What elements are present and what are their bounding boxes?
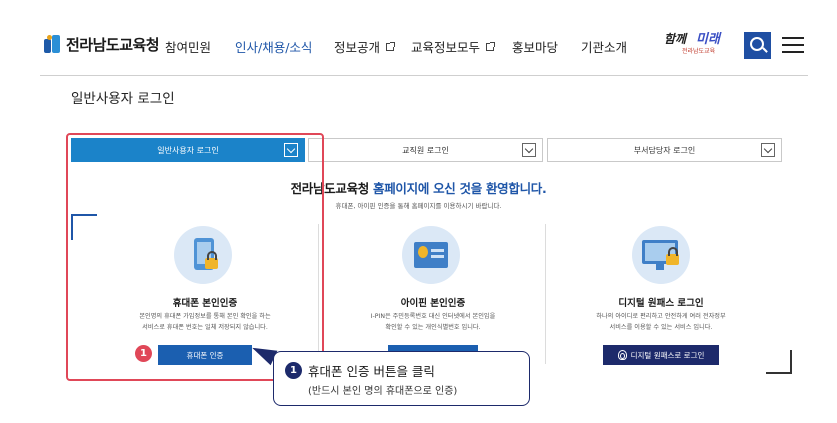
card-title: 디지털 원패스 로그인	[618, 298, 704, 309]
tab-staff[interactable]: 교직원 로그인	[308, 138, 543, 162]
tab-department-manager[interactable]: 부서담당자 로그인	[547, 138, 782, 162]
external-link-icon	[486, 41, 496, 51]
chevron-down-icon	[522, 143, 536, 157]
onepass-illustration	[632, 226, 690, 284]
ipin-auth-illustration	[402, 226, 460, 284]
card-description: I-PIN은 주민등록번호 대신 인터넷에서 본인임을 확인할 수 있는 개인식…	[370, 313, 496, 331]
card-digital-onepass: 디지털 원패스 로그인 하나의 아이디로 편리하고 안전하게 여러 전자정부 서…	[548, 220, 774, 370]
header-divider	[40, 75, 808, 76]
external-link-icon	[386, 41, 396, 51]
slogan-logo: 함께 미래 전라남도교육	[664, 32, 720, 55]
callout-title: 휴대폰 인증 버튼을 클릭	[308, 364, 435, 379]
hamburger-menu-icon[interactable]	[782, 36, 804, 54]
card-ipin-auth: 아이핀 본인인증 I-PIN은 주민등록번호 대신 인터넷에서 본인임을 확인할…	[320, 220, 546, 370]
nav-item-info-disclosure[interactable]: 정보공개	[334, 37, 396, 56]
site-header: 전라남도교육청 참여민원 인사/채용/소식 정보공개 교육정보모두 홍보마당 기…	[0, 0, 837, 78]
annotation-highlight-box	[66, 133, 324, 381]
search-button[interactable]	[744, 32, 771, 59]
page-title: 일반사용자 로그인	[71, 91, 175, 107]
nav-item-about[interactable]: 기관소개	[581, 37, 627, 56]
step-number-badge: 1	[285, 362, 302, 379]
id-card-icon	[414, 242, 448, 268]
callout-subtitle: (반드시 본인 명의 휴대폰으로 인증)	[308, 386, 458, 397]
card-description: 하나의 아이디로 편리하고 안전하게 여러 전자정부 서비스를 이용할 수 있는…	[596, 313, 726, 331]
fingerprint-icon	[617, 350, 627, 360]
nav-item-edu-info[interactable]: 교육정보모두	[411, 37, 496, 56]
lock-icon	[666, 247, 679, 265]
nav-item-news[interactable]: 인사/채용/소식	[235, 37, 312, 56]
step-number-badge: 1	[135, 345, 152, 362]
nav-item-participation[interactable]: 참여민원	[165, 37, 211, 56]
nav-item-promotion[interactable]: 홍보마당	[512, 37, 558, 56]
chevron-down-icon	[761, 143, 775, 157]
onepass-login-button[interactable]: 디지털 원패스로 로그인	[603, 345, 719, 365]
card-title: 아이핀 본인인증	[400, 298, 466, 309]
